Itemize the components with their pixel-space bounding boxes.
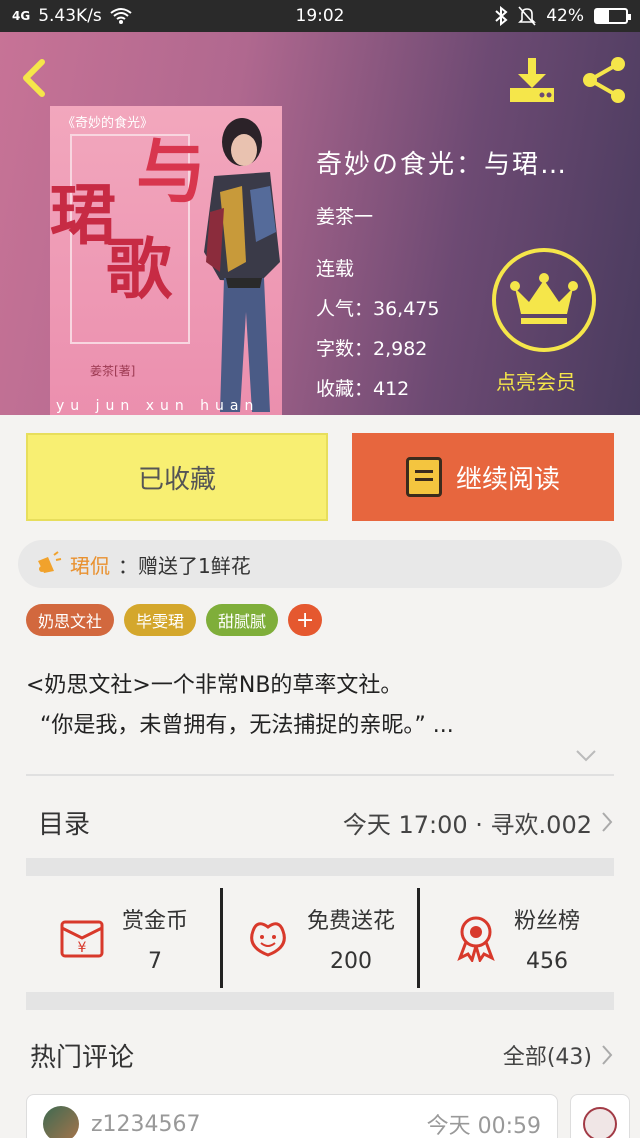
hot-comments-label: 热门评论	[30, 1042, 135, 1073]
book-author[interactable]: 姜茶一	[316, 202, 373, 229]
hot-comments-header: 热门评论 全部(43)	[26, 1030, 614, 1080]
free-flower-stat[interactable]: 免费送花 200	[220, 888, 417, 988]
cover-char-3: 歌	[106, 231, 172, 308]
cover-author-text: 姜茶[著]	[90, 364, 136, 378]
book-favorites: 收藏：412	[316, 378, 410, 400]
svg-text:¥: ¥	[78, 940, 87, 956]
vip-button[interactable]	[492, 248, 596, 352]
book-icon	[405, 457, 442, 497]
comment-username[interactable]: z1234567	[91, 1112, 201, 1137]
status-bar: 4G 5.43K/s 19:02 42%	[0, 0, 640, 32]
section-separator	[26, 858, 614, 876]
tag-list: 奶思文社 毕雯珺 甜腻腻 +	[26, 604, 323, 636]
flower-notice-user[interactable]: 珺侃	[70, 550, 110, 579]
book-status: 连载	[316, 258, 355, 280]
all-comments-link[interactable]: 全部(43)	[503, 1039, 614, 1071]
flower-icon	[250, 922, 286, 957]
reward-coins-stat[interactable]: ¥ 赏金币 7	[26, 888, 220, 988]
network-indicator: 4G	[12, 9, 31, 23]
add-tag-button[interactable]: +	[288, 604, 323, 636]
crown-icon	[510, 273, 578, 324]
comment-card[interactable]: z1234567 今天 00:59	[26, 1094, 558, 1138]
network-speed: 5.43K/s	[38, 6, 102, 26]
red-envelope-icon: ¥	[60, 920, 104, 958]
battery-icon	[594, 8, 631, 24]
medal-icon	[457, 916, 495, 962]
tag-item[interactable]: 毕雯珺	[124, 604, 197, 636]
book-title: 奇妙の食光：与珺…	[316, 150, 569, 180]
toc-label: 目录	[38, 809, 91, 840]
bluetooth-icon	[495, 6, 508, 26]
flower-notice[interactable]: 珺侃 ：赠送了1鲜花	[18, 540, 622, 588]
back-icon[interactable]	[14, 56, 58, 100]
comment-time: 今天 00:59	[426, 1114, 541, 1138]
section-separator	[26, 992, 614, 1010]
stat-name: 免费送花	[306, 908, 395, 934]
all-comments-text: 全部(43)	[502, 1045, 592, 1070]
flower-notice-text: ：赠送了1鲜花	[118, 553, 251, 578]
book-popularity: 人气：36,475	[316, 298, 440, 320]
latest-chapter: 今天 17:00 · 寻欢.002	[343, 805, 614, 840]
stats-row: ¥ 赏金币 7 免费送花 200 粉丝榜 456	[26, 888, 614, 988]
description-line-1: <奶思文社>一个非常NB的草率文社。	[26, 673, 403, 698]
avatar[interactable]	[583, 1107, 617, 1138]
table-of-contents-row[interactable]: 目录 今天 17:00 · 寻欢.002	[26, 790, 614, 854]
tag-item[interactable]: 奶思文社	[26, 604, 115, 636]
book-word-count: 字数：2,982	[316, 338, 428, 360]
expand-chevron-icon[interactable]	[574, 748, 598, 764]
continue-reading-label: 继续阅读	[455, 464, 560, 495]
wifi-icon	[110, 8, 132, 24]
stat-name: 赏金币	[121, 908, 188, 934]
stat-value: 7	[147, 948, 162, 974]
download-icon[interactable]	[506, 54, 558, 106]
cover-figure-illustration	[204, 118, 280, 412]
mute-bell-icon	[518, 6, 537, 26]
avatar[interactable]	[43, 1106, 79, 1138]
stat-value: 456	[525, 948, 568, 974]
stat-value: 200	[329, 948, 372, 974]
favorited-label: 已收藏	[137, 464, 216, 495]
comment-card[interactable]	[570, 1094, 630, 1138]
book-description: <奶思文社>一个非常NB的草率文社。 “你是我，未曾拥有，无法捕捉的亲昵。” .…	[26, 666, 616, 746]
latest-chapter-text: 今天 17:00 · 寻欢.002	[342, 810, 592, 839]
vip-label[interactable]: 点亮会员	[496, 366, 576, 395]
chevron-right-icon	[602, 1045, 613, 1065]
cover-pinyin: yu jun xun huan	[56, 398, 260, 414]
share-icon[interactable]	[578, 54, 630, 106]
battery-text: 42%	[546, 6, 584, 26]
description-line-2: “你是我，未曾拥有，无法捕捉的亲昵。” ...	[40, 713, 454, 738]
stat-name: 粉丝榜	[513, 908, 580, 934]
tag-item[interactable]: 甜腻腻	[206, 604, 279, 636]
favorited-button[interactable]: 已收藏	[26, 433, 328, 521]
divider	[26, 774, 614, 776]
continue-reading-button[interactable]: 继续阅读	[352, 433, 614, 521]
book-header: 《奇妙的食光》 与 珺 歌 姜茶[著] yu jun xun huan 奇妙の食…	[0, 32, 640, 415]
fan-ranking-stat[interactable]: 粉丝榜 456	[417, 888, 614, 988]
megaphone-icon	[38, 551, 62, 573]
book-cover[interactable]: 《奇妙的食光》 与 珺 歌 姜茶[著] yu jun xun huan	[50, 106, 282, 415]
chevron-right-icon	[602, 812, 613, 832]
